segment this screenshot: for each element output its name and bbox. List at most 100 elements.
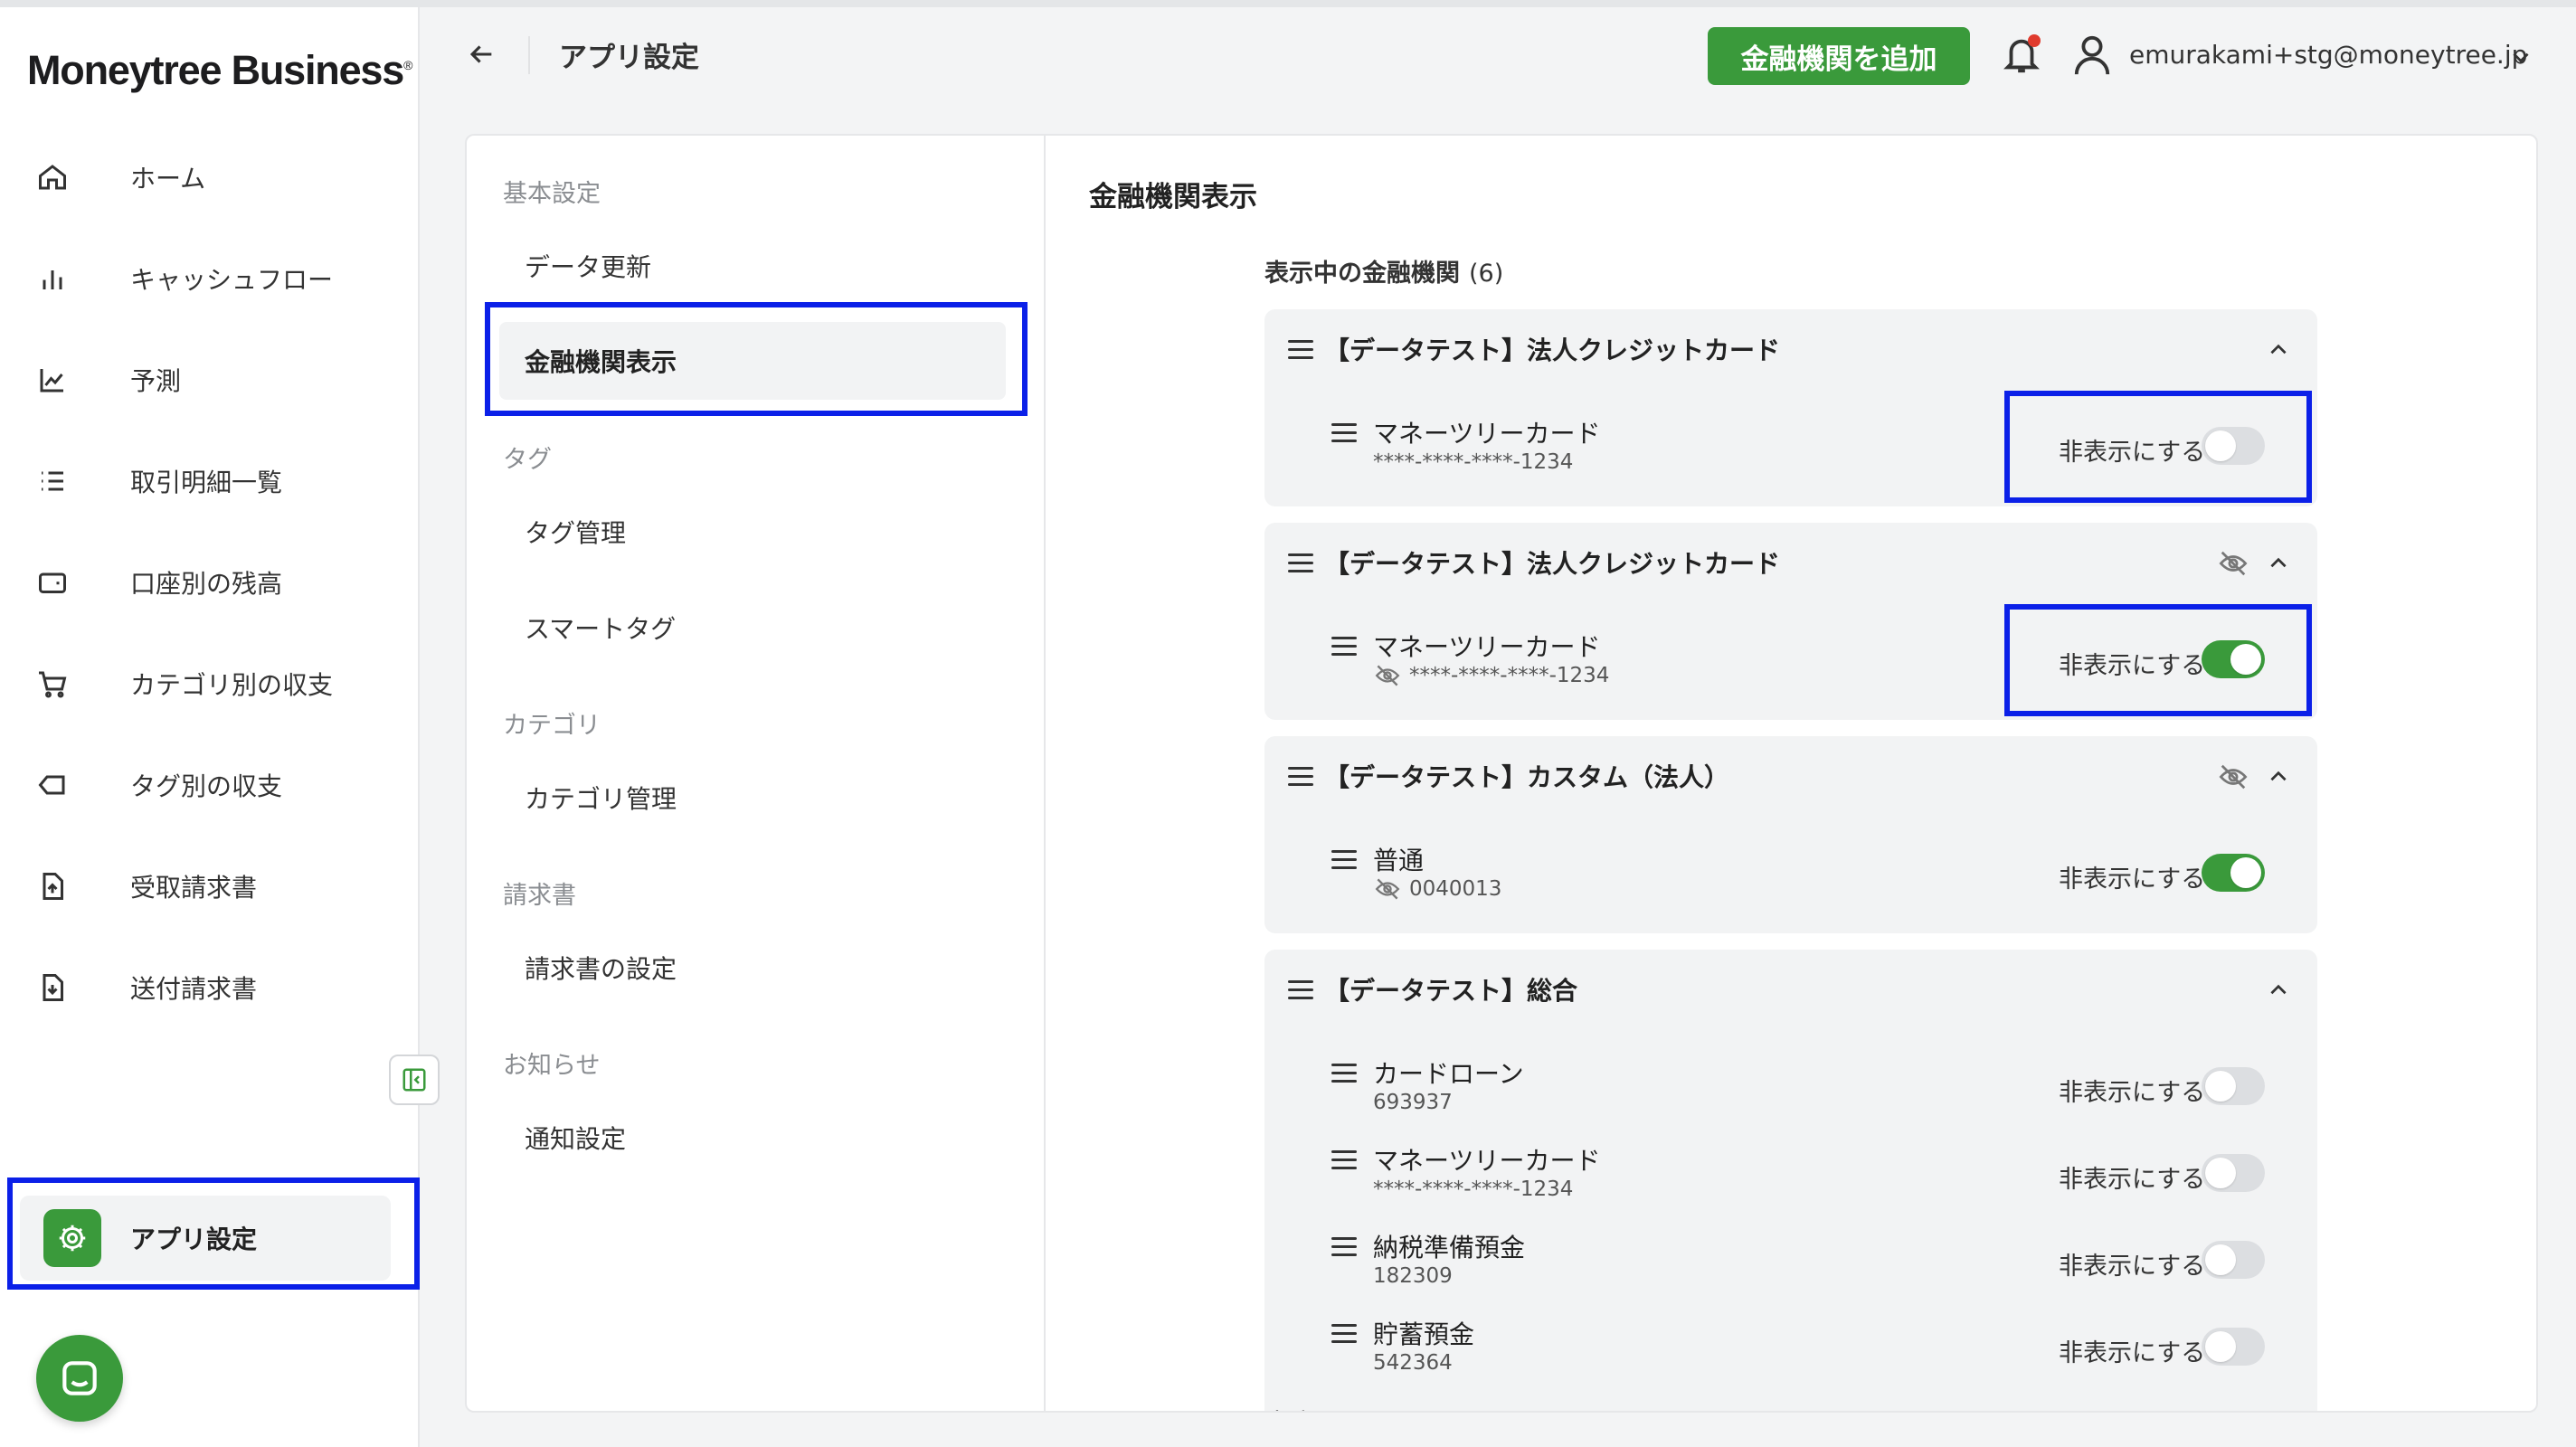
chevron-up-icon[interactable] [2267,338,2290,362]
app-logo[interactable]: Moneytree Business® [27,47,412,94]
sidebar-item-label: タグ別の収支 [130,771,283,801]
sidebar-item-received-invoices[interactable]: 受取請求書 [36,850,398,922]
menu-section-invoice: 請求書 [503,882,576,910]
sidebar-item-balances[interactable]: 口座別の残高 [36,546,398,619]
drag-handle-icon[interactable] [1331,423,1357,443]
menu-item-data-refresh[interactable]: データ更新 [525,248,651,284]
group-header[interactable]: 【データテスト】法人クレジットカード [1264,523,2317,602]
sidebar-item-cashflow[interactable]: キャッシュフロー [36,242,398,315]
drag-handle-icon[interactable] [1331,1237,1357,1257]
hide-toggle[interactable] [2202,1154,2265,1192]
menu-item-invoice-settings[interactable]: 請求書の設定 [525,950,677,986]
institution-group: 【データテスト】法人クレジットカード マネーツリーカード ****-****-*… [1264,523,2317,720]
sidebar-item-app-settings[interactable]: アプリ設定 [20,1196,391,1281]
group-name: 【データテスト】法人クレジットカード [1324,549,1781,579]
add-institution-button[interactable]: 金融機関を追加 [1708,27,1970,85]
menu-section-tag: タグ [503,446,552,474]
menu-item-tag-management[interactable]: タグ管理 [525,514,626,550]
sidebar-item-label: 取引明細一覧 [130,468,283,497]
account-number: 0040013 [1373,877,1501,901]
sidebar-item-sent-invoices[interactable]: 送付請求書 [36,951,398,1024]
group-name: 【データテスト】総合 [1324,976,1578,1006]
group-header[interactable]: 【データテスト】総合 [1264,950,2317,1029]
sidebar-item-home[interactable]: ホーム [36,141,398,213]
account-row: 貯蓄預金 542364 非表示にする [1264,1315,2317,1396]
drag-handle-icon[interactable] [1288,980,1313,1000]
sidebar-item-category-balance[interactable]: カテゴリ別の収支 [36,648,398,720]
notification-dot [2028,34,2041,47]
drag-handle-icon[interactable] [1288,340,1313,360]
menu-item-smart-tag[interactable]: スマートタグ [525,610,676,646]
hide-toggle[interactable] [2202,1067,2265,1105]
back-button[interactable] [461,34,501,74]
hide-label: 非表示にする [2059,1253,2206,1281]
sidebar-item-label: ホーム [130,164,206,194]
account-name: マネーツリーカード [1373,419,1601,449]
sidebar-item-label: アプリ設定 [130,1225,258,1254]
drag-handle-icon[interactable] [1331,1064,1357,1083]
eye-off-icon [1375,878,1400,900]
chevron-up-icon[interactable] [2267,552,2290,575]
user-email[interactable]: emurakami+stg@moneytree.jp [2129,40,2527,70]
sidebar-item-transactions[interactable]: 取引明細一覧 [36,445,398,517]
menu-section-category: カテゴリ [503,712,601,740]
group-name: 【データテスト】カスタム（法人） [1324,762,1730,792]
account-number: ****-****-****-1234 [1373,450,1573,474]
group-header[interactable]: 【データテスト】法人クレジットカード [1264,309,2317,389]
hide-toggle[interactable] [2202,640,2265,678]
chevron-up-icon[interactable] [2267,765,2290,789]
arrow-left-icon [469,45,492,63]
account-number: 693937 [1373,1091,1453,1114]
hide-toggle[interactable] [2202,854,2265,892]
drag-handle-icon[interactable] [1288,553,1313,573]
hide-toggle[interactable] [2202,1328,2265,1366]
menu-section-basic: 基本設定 [503,180,601,208]
group-header[interactable]: 【データテスト】カスタム（法人） [1264,736,2317,816]
menu-item-notification-settings[interactable]: 通知設定 [525,1120,626,1156]
sidebar-item-label: 受取請求書 [130,873,258,903]
sidebar-item-label: 口座別の残高 [130,569,283,599]
chat-support-button[interactable] [36,1335,123,1422]
hide-toggle[interactable] [2202,427,2265,465]
logo-mark: ® [403,58,412,72]
account-number-text: ****-****-****-1234 [1373,1177,1574,1201]
invoice-download-icon [36,969,109,1006]
header-divider [528,36,530,74]
content-title: 金融機関表示 [1089,181,1257,213]
page-title: アプリ設定 [559,42,699,74]
hide-toggle[interactable] [2202,1241,2265,1279]
group-name: 【データテスト】法人クレジットカード [1324,336,1781,365]
account-name: マネーツリーカード [1373,1146,1601,1176]
chevron-up-icon[interactable] [2267,979,2290,1002]
list-count: (6) [1469,260,1504,288]
eye-off-icon [2219,551,2248,576]
account-number-text: 542364 [1373,1351,1453,1375]
account-name: 普通 [1373,846,1425,875]
drag-handle-icon[interactable] [1331,1150,1357,1170]
menu-item-institution-display[interactable]: 金融機関表示 [499,322,1006,400]
drag-handle-icon[interactable] [1288,767,1313,787]
institution-display-panel: 金融機関表示 表示中の金融機関 (6) 【データテスト】法人クレジットカード マネ… [1044,134,2538,1413]
user-icon[interactable] [2071,33,2113,78]
account-number: ****-****-****-1234 [1373,1177,1573,1201]
cart-icon [36,666,109,702]
list-icon [36,463,109,499]
menu-item-category-management[interactable]: カテゴリ管理 [525,780,677,816]
eye-off-icon [1375,665,1400,686]
drag-handle-icon[interactable] [1331,1324,1357,1344]
sidebar-collapse-button[interactable] [389,1055,440,1105]
drag-handle-icon[interactable] [1331,850,1357,870]
sidebar-item-forecast[interactable]: 予測 [36,344,398,416]
hide-label: 非表示にする [2059,1339,2206,1367]
account-number-text: 0040013 [1409,877,1502,901]
account-name: 納税準備預金 [1373,1233,1526,1263]
hide-label: 非表示にする [2059,865,2206,894]
sidebar-item-tag-balance[interactable]: タグ別の収支 [36,749,398,821]
list-header-label: 表示中の金融機関 [1264,260,1460,288]
drag-handle-icon[interactable] [1331,637,1357,657]
notification-button[interactable] [2001,33,2042,78]
chevron-down-icon[interactable] [2509,45,2533,69]
tag-icon [36,767,109,803]
invoice-upload-icon [36,868,109,904]
institution-group: 【データテスト】総合 カードローン 693937 非表示にする マネーツリーカー… [1264,950,2317,1411]
